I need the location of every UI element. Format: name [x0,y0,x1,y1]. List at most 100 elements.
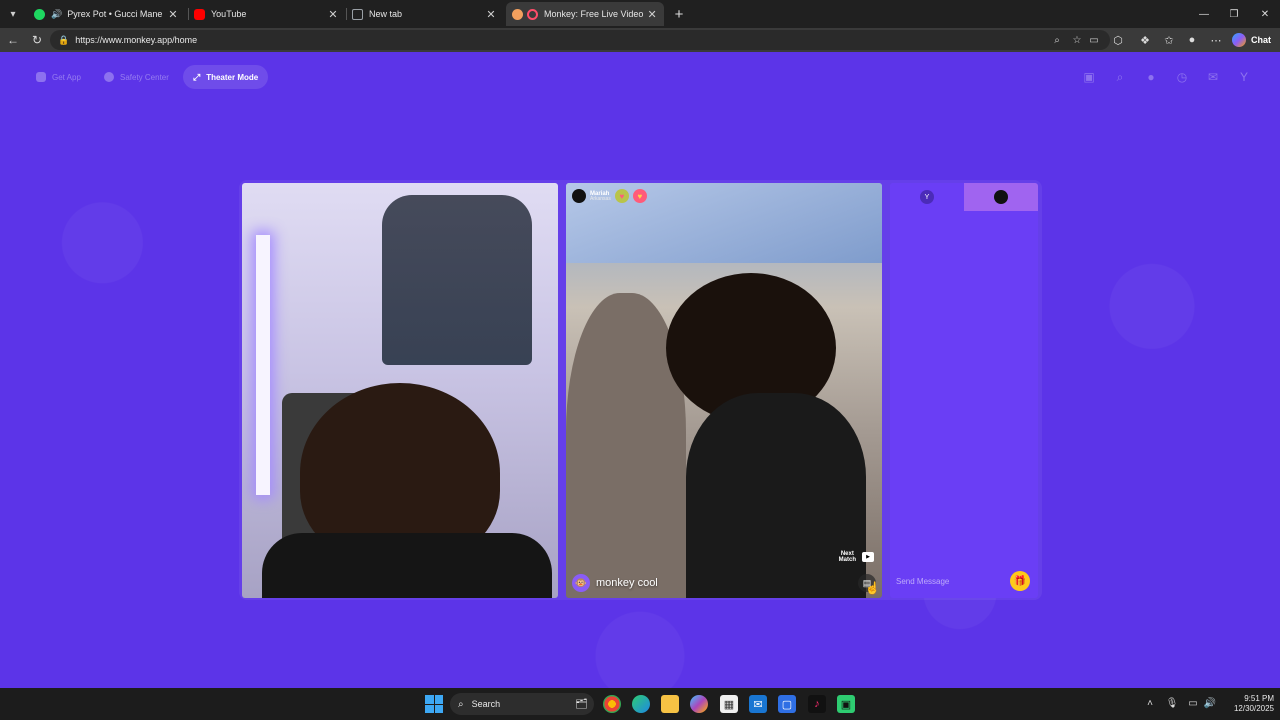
close-window-icon[interactable]: ✕ [1256,5,1274,23]
remote-display-name: 🐵 monkey cool [572,574,658,592]
user-avatar-icon[interactable]: Y [1236,69,1252,85]
tab-youtube[interactable]: YouTube ✕ [188,2,346,26]
search-highlight-icon: 🗂 [575,698,588,710]
edge-icon[interactable] [632,695,650,713]
back-icon[interactable]: ← [4,31,22,49]
person-right [686,393,866,598]
person-shirt [262,533,552,598]
start-icon[interactable] [425,695,443,713]
messages-icon[interactable]: ✉ [1205,69,1221,85]
chrome-icon[interactable] [603,695,621,713]
reload-icon[interactable]: ↻ [28,31,46,49]
gift-icon[interactable]: 🎁 [1010,571,1030,591]
microphone-icon[interactable]: 🎙 [1165,696,1179,710]
tab-new-tab[interactable]: New tab ✕ [346,2,504,26]
browser-essentials-icon[interactable]: ❖ [1137,32,1153,48]
youtube-icon [194,8,205,20]
favorite-star-icon[interactable]: ☆ [1070,33,1084,47]
browser-tab-strip: ▾ 🔊 Pyrex Pot • Gucci Mane ✕ YouTube ✕ N… [0,0,1280,28]
new-tab-button[interactable]: + [670,5,688,23]
phone-icon [36,72,46,82]
chat-tabs: Y [890,183,1038,211]
store-icon[interactable]: ▦ [720,695,738,713]
close-tab-icon[interactable]: ✕ [484,7,498,21]
zoom-icon[interactable]: ⌕ [1050,33,1064,47]
clock-time: 9:51 PM [1244,694,1274,703]
favorites-icon[interactable]: ✩ [1161,32,1177,48]
next-match-button[interactable]: Next Match ▶ [839,551,874,564]
monkey-emoji-icon: 🐵 [572,574,590,592]
outlook-icon[interactable]: ✉ [749,695,767,713]
extensions-icon[interactable]: ⬡ [1110,32,1126,48]
remote-video-feed: Mariah Arkansas ♥ ♥ Next Match ▶ 🐵 monke… [566,183,882,598]
system-clock[interactable]: 9:51 PM 12/30/2025 [1222,694,1274,714]
send-message-input[interactable] [896,576,1006,586]
hanging-clothes [382,195,532,365]
copilot-icon [1232,33,1246,47]
network-icon[interactable]: ▭ [1186,696,1200,710]
send-message-bar: 🎁 [894,570,1034,592]
taskbar-search[interactable]: ⌕ Search 🗂 [450,693,594,715]
theater-mode-button[interactable]: ⤢ Theater Mode [183,65,269,89]
audio-playing-icon[interactable]: 🔊 [51,9,62,20]
chat-tab-remote[interactable] [964,183,1038,211]
copilot-chat-button[interactable]: Chat [1232,31,1271,49]
shield-icon [104,72,114,82]
theater-mode-label: Theater Mode [206,72,259,82]
tab-title: Pyrex Pot • Gucci Mane [67,9,163,19]
safety-center-link[interactable]: Safety Center [94,65,179,89]
tab-title: YouTube [211,9,247,19]
mouse-cursor-icon: ☝ [865,581,880,595]
copilot-taskbar-icon[interactable] [690,695,708,713]
history-icon[interactable]: ◷ [1174,69,1190,85]
site-info-icon[interactable]: 🔒 [58,35,69,46]
close-tab-icon[interactable]: ✕ [166,7,180,21]
tab-list-chevron-icon[interactable]: ▾ [4,5,22,23]
restore-icon[interactable]: ❐ [1225,5,1243,23]
search-icon: ⌕ [458,698,464,710]
gift-badge-icon: ♥ [632,189,647,203]
recording-icon [527,8,538,20]
taskbar-search-label: Search [471,699,501,709]
newtab-icon [352,8,363,20]
tab-monkey[interactable]: Monkey: Free Live Video Chat ✕ [506,2,664,26]
clock-date: 12/30/2025 [1233,704,1274,713]
tab-title: Monkey: Free Live Video Chat [544,9,646,19]
app-icon[interactable]: ▢ [778,695,796,713]
remote-avatar [572,189,586,203]
monkey-page: Get App Safety Center ⤢ Theater Mode ▣ ⌕… [0,52,1280,688]
address-bar[interactable]: 🔒 https://www.monkey.app/home [50,30,1110,50]
camera-in-use-icon[interactable]: ▭ [1087,33,1101,47]
minimize-icon[interactable]: — [1195,5,1213,23]
tab-spotify[interactable]: 🔊 Pyrex Pot • Gucci Mane ✕ [28,2,186,26]
tiktok-icon[interactable]: ♪ [808,695,826,713]
get-app-link[interactable]: Get App [26,65,91,89]
next-match-line1: Next [840,550,854,557]
show-hidden-icons-icon[interactable]: ˄ [1143,696,1157,710]
fullscreen-icon: ⤢ [193,71,201,82]
file-explorer-icon[interactable] [661,695,679,713]
search-icon[interactable]: ⌕ [1112,69,1128,85]
spotify-icon [34,8,45,20]
remote-display-name-text: monkey cool [596,577,658,589]
close-tab-icon[interactable]: ✕ [326,7,340,21]
volume-icon[interactable]: 🔊 [1203,696,1217,710]
remote-user-badge[interactable]: Mariah Arkansas ♥ ♥ [572,189,647,203]
safety-center-label: Safety Center [120,72,169,82]
chat-panel: Y 🎁 [890,183,1038,598]
browser-toolbar: ← ↻ 🔒 https://www.monkey.app/home ⌕ ☆ ▭ … [0,28,1280,52]
monkey-app-icon[interactable]: ▣ [837,695,855,713]
remote-location: Arkansas [590,195,611,202]
shop-icon[interactable]: ▣ [1081,69,1097,85]
chat-tab-self[interactable]: Y [890,183,964,211]
windows-taskbar: ⌕ Search 🗂 ▦ ✉ ▢ ♪ ▣ ˄ 🎙 ▭ 🔊 9:51 PM 12/… [0,688,1280,720]
profile-avatar-icon[interactable]: ● [1184,32,1200,48]
more-options-icon[interactable]: ⋯ [1208,32,1224,48]
local-video-feed [242,183,558,598]
profile-icon[interactable]: ● [1143,69,1159,85]
monkey-icon [512,8,523,20]
next-arrow-icon: ▶ [862,552,874,563]
close-tab-icon[interactable]: ✕ [646,7,658,21]
video-chat-stage: Mariah Arkansas ♥ ♥ Next Match ▶ 🐵 monke… [239,180,1042,600]
self-avatar: Y [920,190,934,204]
